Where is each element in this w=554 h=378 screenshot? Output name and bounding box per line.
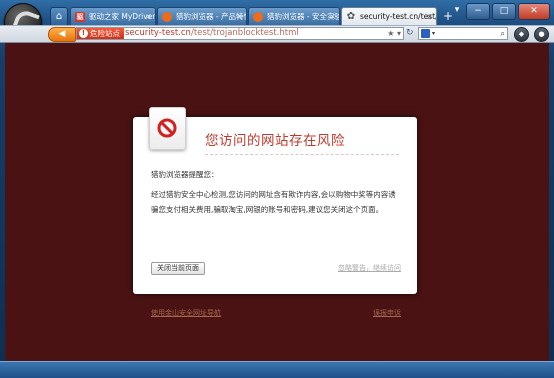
dropdown-arrow-icon[interactable]: ▾: [397, 29, 401, 38]
mydrivers-icon: 驱: [75, 12, 85, 22]
search-engine-dropdown-icon[interactable]: ▾: [432, 28, 435, 39]
tab-close-icon[interactable]: ×: [236, 8, 243, 25]
window-controls: ▾ − □ ✕: [450, 3, 550, 20]
maximize-button[interactable]: □: [492, 3, 516, 20]
address-bar[interactable]: 危险站点 security-test.cn/test/trojanblockte…: [76, 27, 404, 40]
stop-sign-icon: [149, 107, 186, 150]
minimize-button[interactable]: −: [466, 3, 490, 20]
tab-mydrivers[interactable]: 驱 驱动之家 MyDrivers-- ×: [70, 7, 156, 25]
url-domain: security-test.cn: [125, 28, 191, 38]
page-content: 您访问的网站存在风险 猎豹浏览器提醒您： 经过猎豹安全中心检测,您访问的网址含有…: [5, 43, 549, 361]
warning-message: 经过猎豹安全中心检测,您访问的网址含有欺诈内容,会以购物中奖等内容诱骗您支付相关…: [151, 190, 396, 214]
title-divider: [205, 154, 399, 155]
tab-liebao-features[interactable]: 猎豹浏览器 - 产品特性 ×: [157, 7, 247, 25]
settings-icon[interactable]: ●: [534, 27, 549, 42]
address-bar-icons: ★ ▾: [387, 28, 401, 39]
ignore-warning-link[interactable]: 忽略警告，继续访问: [338, 263, 401, 273]
tab-close-icon[interactable]: ×: [426, 8, 433, 26]
safe-navigation-link[interactable]: 使用金山安全网址导航: [151, 308, 221, 318]
liebao-icon: [162, 12, 172, 22]
shield-icon[interactable]: ◆: [514, 27, 529, 42]
gear-icon: ✿: [346, 11, 356, 22]
search-icon[interactable]: ⌕: [501, 28, 505, 39]
taskbar: [0, 361, 554, 378]
warning-card: 您访问的网站存在风险 猎豹浏览器提醒您： 经过猎豹安全中心检测,您访问的网址含有…: [133, 107, 417, 294]
tab-close-icon[interactable]: ×: [329, 8, 336, 25]
tab-strip: ⌂ 驱 驱动之家 MyDrivers-- × 猎豹浏览器 - 产品特性 × 猎豹…: [46, 7, 474, 26]
warning-title: 您访问的网站存在风险: [205, 133, 345, 149]
report-false-positive-link[interactable]: 误报申诉: [373, 308, 401, 318]
back-button[interactable]: ◀: [48, 27, 76, 42]
danger-site-badge[interactable]: 危险站点: [77, 28, 124, 39]
close-window-button[interactable]: ✕: [518, 3, 550, 20]
close-page-button[interactable]: 关闭当前页面: [151, 262, 205, 275]
liebao-icon: [253, 12, 263, 22]
warning-greeting: 猎豹浏览器提醒您：: [151, 170, 219, 179]
home-icon[interactable]: ⌂: [50, 7, 68, 26]
menu-chevron-icon[interactable]: ▾: [450, 3, 464, 18]
star-icon[interactable]: ★: [387, 29, 394, 38]
search-box[interactable]: ▾ ⌕: [418, 27, 508, 40]
browser-window: ⌂ 驱 驱动之家 MyDrivers-- × 猎豹浏览器 - 产品特性 × 猎豹…: [0, 0, 554, 378]
search-engine-icon[interactable]: [421, 29, 430, 38]
navigation-toolbar: ◀ 危险站点 security-test.cn/test/trojanblock…: [0, 25, 554, 43]
tab-liebao-security-lab[interactable]: 猎豹浏览器 - 安全实验 ×: [248, 7, 340, 25]
url-path: /test/trojanblocktest.html: [190, 28, 299, 38]
tab-security-test[interactable]: ✿ security-test.cn/test/t ×: [341, 7, 437, 26]
url-text[interactable]: security-test.cn/test/trojanblocktest.ht…: [125, 28, 299, 39]
refresh-icon[interactable]: ↻: [406, 28, 414, 38]
tab-close-icon[interactable]: ×: [145, 8, 152, 25]
